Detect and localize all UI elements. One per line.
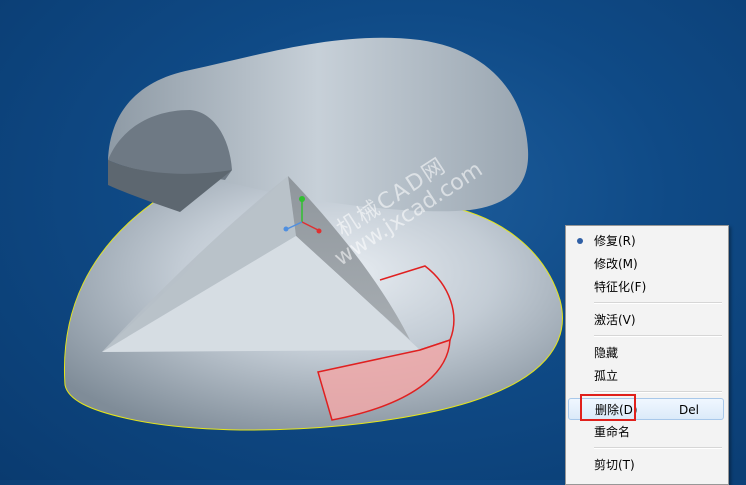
menu-item-label: 剪切(T) [594, 458, 635, 472]
menu-separator [594, 302, 722, 304]
selected-bullet-icon [577, 238, 583, 244]
menu-item-cut[interactable]: 剪切(T) [568, 454, 724, 476]
menu-item-featurize[interactable]: 特征化(F) [568, 276, 724, 298]
menu-item-hide[interactable]: 隐藏 [568, 342, 724, 364]
menu-item-delete[interactable]: 删除(D) Del [568, 398, 724, 420]
menu-separator [594, 447, 722, 449]
menu-item-label: 特征化(F) [594, 280, 647, 294]
menu-item-label: 修复(R) [594, 234, 636, 248]
menu-item-rename[interactable]: 重命名 [568, 421, 724, 443]
menu-item-shortcut: Del [679, 403, 699, 417]
menu-item-isolate[interactable]: 孤立 [568, 365, 724, 387]
menu-item-label: 孤立 [594, 369, 619, 383]
menu-item-label: 重命名 [594, 425, 631, 439]
menu-item-modify[interactable]: 修改(M) [568, 253, 724, 275]
menu-item-label: 修改(M) [594, 257, 638, 271]
menu-separator [594, 391, 722, 393]
menu-item-label: 删除(D) [595, 403, 638, 417]
context-menu: 修复(R) 修改(M) 特征化(F) 激活(V) 隐藏 孤立 删除(D) Del… [565, 225, 729, 485]
menu-item-repair[interactable]: 修复(R) [568, 230, 724, 252]
menu-item-label: 隐藏 [594, 346, 619, 360]
menu-item-activate[interactable]: 激活(V) [568, 309, 724, 331]
menu-item-label: 激活(V) [594, 313, 636, 327]
menu-separator [594, 335, 722, 337]
